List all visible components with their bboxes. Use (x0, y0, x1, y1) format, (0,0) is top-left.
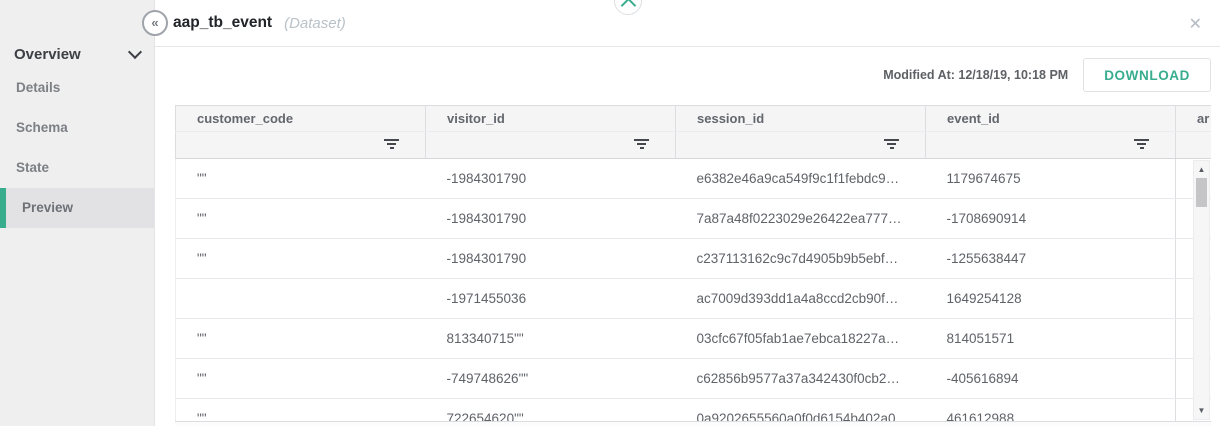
table-cell: 7a87a48f0223029e26422ea777… (676, 199, 926, 239)
table-cell: 1649254128 (926, 279, 1176, 319)
table-cell: "" (176, 159, 426, 199)
table-cell: -405616894 (926, 359, 1176, 399)
toolbar: Modified At: 12/18/19, 10:18 PM DOWNLOAD (883, 58, 1211, 92)
table-cell: "" (176, 359, 426, 399)
scroll-down-icon[interactable]: ▼ (1194, 406, 1209, 415)
column-header-ar[interactable]: ar (1176, 106, 1212, 132)
table-cell: -1984301790 (426, 239, 676, 279)
table-row[interactable]: ""-749748626""c62856b9577a37a342430f0cb2… (176, 359, 1212, 399)
table-cell: -1708690914 (926, 199, 1176, 239)
table-cell: -1984301790 (426, 199, 676, 239)
main-panel: « aap_tb_event (Dataset) ✕ Modified At: … (155, 0, 1220, 426)
table-cell: c237113162c9c7d4905b9b5ebf… (676, 239, 926, 279)
collapse-panel-button[interactable] (614, 0, 642, 15)
filter-cell (426, 132, 676, 159)
scrollbar-thumb[interactable] (1196, 178, 1207, 207)
preview-table: customer_codevisitor_idsession_idevent_i… (175, 105, 1211, 426)
sidebar-item-details[interactable]: Details (0, 68, 154, 108)
filter-icon[interactable] (884, 139, 899, 149)
chevron-down-icon (128, 45, 142, 59)
table-cell: -1984301790 (426, 159, 676, 199)
table-cell: "" (176, 319, 426, 359)
table-cell: "" (176, 239, 426, 279)
double-chevron-left-icon: « (151, 15, 158, 30)
chevron-up-icon (621, 0, 637, 13)
column-header-event_id[interactable]: event_id (926, 106, 1176, 132)
sidebar-section-overview[interactable]: Overview (0, 40, 154, 68)
filter-icon[interactable] (634, 139, 649, 149)
table-cell: 813340715"" (426, 319, 676, 359)
dataset-preview-panel: Overview Details Schema State Preview « … (0, 0, 1220, 426)
filter-row (176, 132, 1212, 159)
download-button[interactable]: DOWNLOAD (1083, 58, 1211, 92)
sidebar-items: Details Schema State Preview (0, 68, 154, 228)
table-cell: 814051571 (926, 319, 1176, 359)
collapse-sidebar-button[interactable]: « (142, 10, 168, 36)
table-row[interactable]: ""813340715""03cfc67f05fab1ae7ebca18227a… (176, 319, 1212, 359)
table-cell: e6382e46a9ca549f9c1f1febdc9… (676, 159, 926, 199)
vertical-scrollbar[interactable]: ▲ ▼ (1193, 160, 1210, 420)
table-cell: -749748626"" (426, 359, 676, 399)
modified-at-label: Modified At: 12/18/19, 10:18 PM (883, 68, 1068, 82)
table-cell (176, 279, 426, 319)
filter-cell (176, 132, 426, 159)
table-cell: 1179674675 (926, 159, 1176, 199)
sidebar-item-preview[interactable]: Preview (0, 188, 154, 228)
data-grid: customer_codevisitor_idsession_idevent_i… (175, 105, 1211, 426)
column-header-row: customer_codevisitor_idsession_idevent_i… (176, 106, 1212, 132)
filter-icon[interactable] (1134, 139, 1149, 149)
sidebar-section-label: Overview (14, 46, 81, 63)
table-row[interactable]: ""-1984301790c237113162c9c7d4905b9b5ebf…… (176, 239, 1212, 279)
horizontal-scroll-track (175, 421, 1211, 426)
close-icon: ✕ (1189, 14, 1202, 34)
table-cell: -1971455036 (426, 279, 676, 319)
table-cell: -1255638447 (926, 239, 1176, 279)
filter-cell (676, 132, 926, 159)
page-subtitle: (Dataset) (284, 15, 346, 32)
panel-header: « aap_tb_event (Dataset) ✕ (155, 0, 1220, 47)
page-title: aap_tb_event (173, 14, 272, 32)
sidebar-item-state[interactable]: State (0, 148, 154, 188)
filter-cell (926, 132, 1176, 159)
filter-cell (1176, 132, 1212, 159)
table-cell: c62856b9577a37a342430f0cb2… (676, 359, 926, 399)
table-cell: "" (176, 199, 426, 239)
table-row[interactable]: ""-19843017907a87a48f0223029e26422ea777…… (176, 199, 1212, 239)
table-cell: 03cfc67f05fab1ae7ebca18227a… (676, 319, 926, 359)
scroll-up-icon[interactable]: ▲ (1194, 165, 1209, 174)
column-header-customer_code[interactable]: customer_code (176, 106, 426, 132)
filter-icon[interactable] (384, 139, 399, 149)
sidebar: Overview Details Schema State Preview (0, 0, 155, 426)
column-header-session_id[interactable]: session_id (676, 106, 926, 132)
column-header-visitor_id[interactable]: visitor_id (426, 106, 676, 132)
close-button[interactable]: ✕ (1183, 0, 1208, 47)
table-row[interactable]: ""-1984301790e6382e46a9ca549f9c1f1febdc9… (176, 159, 1212, 199)
sidebar-item-schema[interactable]: Schema (0, 108, 154, 148)
table-cell: ac7009d393dd1a4a8ccd2cb90f… (676, 279, 926, 319)
table-row[interactable]: -1971455036ac7009d393dd1a4a8ccd2cb90f…16… (176, 279, 1212, 319)
